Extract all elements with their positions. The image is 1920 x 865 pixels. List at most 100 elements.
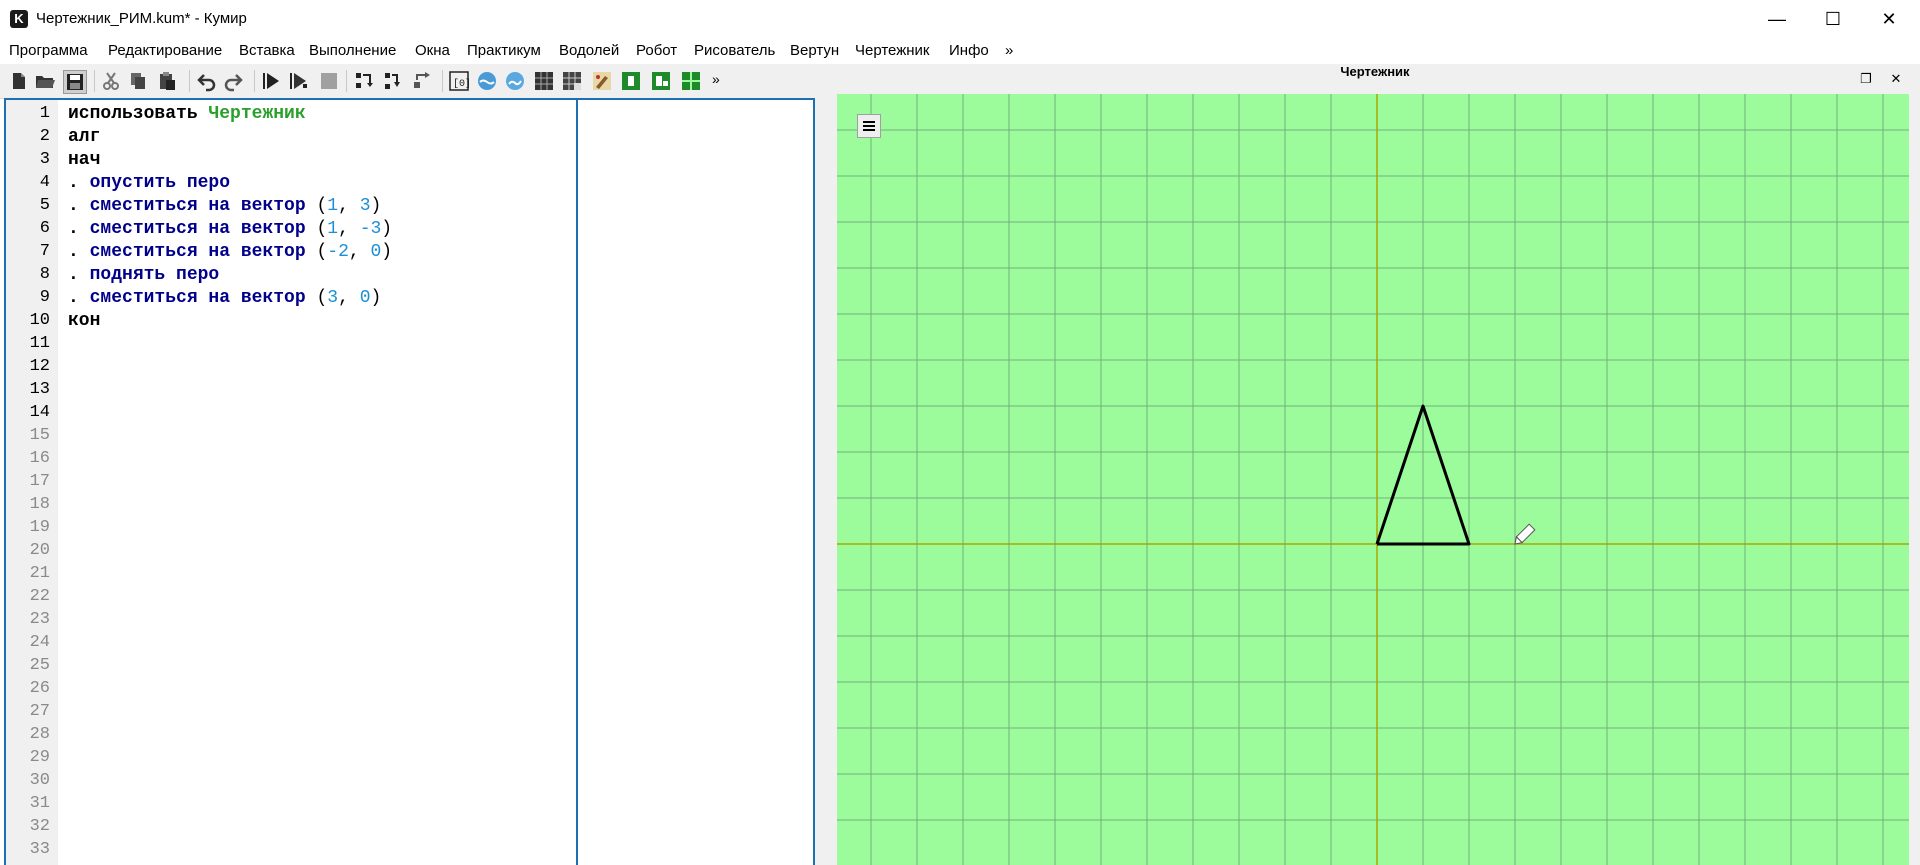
line-number: 24 xyxy=(29,633,50,652)
line-number: 14 xyxy=(29,403,50,422)
code-token: использовать xyxy=(68,104,209,124)
margin-panel xyxy=(578,100,813,865)
line-number: 11 xyxy=(29,334,50,353)
drawing-canvas[interactable] xyxy=(837,94,1909,865)
menu-icon[interactable] xyxy=(857,114,881,138)
menu-program[interactable]: Программа xyxy=(9,42,88,59)
step-into-icon[interactable] xyxy=(382,70,404,92)
cut-icon[interactable] xyxy=(100,70,122,92)
code-token: , xyxy=(338,196,360,216)
toolbar-overflow[interactable]: » xyxy=(712,71,720,87)
line-number: 29 xyxy=(29,748,50,767)
code-line: . поднять перо xyxy=(68,265,219,285)
stop-icon[interactable] xyxy=(318,70,340,92)
menu-vertun[interactable]: Вертун xyxy=(790,42,839,59)
kumir-app-icon: K xyxy=(10,10,28,28)
code-token: . xyxy=(68,173,90,193)
line-number: 2 xyxy=(39,127,50,146)
code-token: ( xyxy=(316,288,328,308)
menu-run[interactable]: Выполнение xyxy=(309,42,396,59)
code-token: ) xyxy=(381,219,393,239)
line-number: 33 xyxy=(29,840,50,859)
chertezhnik-panel: Чертежник ❐ ✕ xyxy=(830,64,1920,865)
code-token: нач xyxy=(68,150,101,170)
line-number: 10 xyxy=(29,311,50,330)
new-file-icon[interactable] xyxy=(8,70,30,92)
code-token: кон xyxy=(68,311,101,331)
code-token: . xyxy=(68,265,90,285)
minimize-button[interactable]: — xyxy=(1748,0,1806,38)
code-token: ) xyxy=(370,288,382,308)
line-number: 18 xyxy=(29,495,50,514)
menu-info[interactable]: Инфо xyxy=(949,42,989,59)
close-button[interactable]: ✕ xyxy=(1860,0,1918,38)
line-number: 27 xyxy=(29,702,50,721)
field-icon[interactable] xyxy=(680,70,702,92)
line-number: 6 xyxy=(39,219,50,238)
toolbar-separator xyxy=(189,70,190,92)
menu-painter[interactable]: Рисователь xyxy=(694,42,775,59)
code-line: . сместиться на вектор (-2, 0) xyxy=(68,242,392,262)
code-token: ( xyxy=(316,196,328,216)
panel-close-icon[interactable]: ✕ xyxy=(1888,72,1904,86)
code-line: нач xyxy=(68,150,100,170)
chertezhnik-icon[interactable] xyxy=(650,70,672,92)
step-over-icon[interactable] xyxy=(353,70,375,92)
paste-icon[interactable] xyxy=(156,70,178,92)
code-token: 3 xyxy=(327,288,339,308)
undo-icon[interactable] xyxy=(196,70,218,92)
maximize-button[interactable]: ☐ xyxy=(1804,0,1862,38)
redo-icon[interactable] xyxy=(222,70,244,92)
code-token: сместиться на вектор xyxy=(89,242,317,262)
code-token: опустить перо xyxy=(89,173,231,193)
drawing-field[interactable] xyxy=(837,94,1909,865)
code-area[interactable]: использовать Чертежник алг нач. опустить п… xyxy=(62,100,578,865)
step-out-icon[interactable] xyxy=(411,70,433,92)
line-number: 19 xyxy=(29,518,50,537)
code-token: . xyxy=(68,219,90,239)
line-number: 23 xyxy=(29,610,50,629)
menu-edit[interactable]: Редактирование xyxy=(108,42,222,59)
line-number: 3 xyxy=(39,150,50,169)
line-number: 26 xyxy=(29,679,50,698)
code-token: , xyxy=(348,242,371,262)
menu-chertezhnik[interactable]: Чертежник xyxy=(855,42,930,59)
run-step-icon[interactable] xyxy=(287,70,309,92)
save-icon[interactable] xyxy=(63,70,87,94)
menu-robot[interactable]: Робот xyxy=(636,42,677,59)
toolbar-separator xyxy=(346,70,347,92)
painter-icon[interactable] xyxy=(591,70,613,92)
menu-vodolei[interactable]: Водолей xyxy=(559,42,619,59)
code-token: -2 xyxy=(327,242,349,262)
code-token: сместиться на вектор xyxy=(89,196,317,216)
vodolei-icon[interactable] xyxy=(476,70,498,92)
menu-bar: Программа Редактирование Вставка Выполне… xyxy=(0,38,1920,64)
menu-practicum[interactable]: Практикум xyxy=(467,42,541,59)
menu-overflow[interactable]: » xyxy=(1005,42,1013,59)
grid-icon[interactable] xyxy=(533,70,555,92)
robot-field-icon[interactable] xyxy=(561,70,583,92)
code-token: алг xyxy=(68,127,101,147)
line-number: 7 xyxy=(39,242,50,261)
line-number: 8 xyxy=(39,265,50,284)
title-bar: K Чертежник_РИМ.kum* - Кумир — ☐ ✕ xyxy=(0,0,1920,38)
robot-icon[interactable] xyxy=(504,70,526,92)
open-folder-icon[interactable] xyxy=(34,70,56,92)
line-number: 20 xyxy=(29,541,50,560)
code-token: -3 xyxy=(359,219,382,239)
line-number: 13 xyxy=(29,380,50,399)
copy-icon[interactable] xyxy=(127,70,149,92)
menu-insert[interactable]: Вставка xyxy=(239,42,295,59)
code-token: ( xyxy=(316,242,328,262)
line-number: 32 xyxy=(29,817,50,836)
vertun-icon[interactable] xyxy=(620,70,642,92)
code-token: сместиться на вектор xyxy=(89,288,317,308)
code-editor[interactable]: 1 2 3 4 5 6 7 8 9 10 11 12 13 14 15 16 17 18 19 20 21 22 23 24 2… xyxy=(4,98,815,865)
menu-windows[interactable]: Окна xyxy=(415,42,450,59)
variables-icon[interactable]: [0] xyxy=(448,70,470,92)
panel-splitter[interactable] xyxy=(815,64,830,865)
float-icon[interactable]: ❐ xyxy=(1858,72,1874,86)
code-token: . xyxy=(68,196,90,216)
svg-text:[0]: [0] xyxy=(453,78,470,90)
run-icon[interactable] xyxy=(260,70,282,92)
